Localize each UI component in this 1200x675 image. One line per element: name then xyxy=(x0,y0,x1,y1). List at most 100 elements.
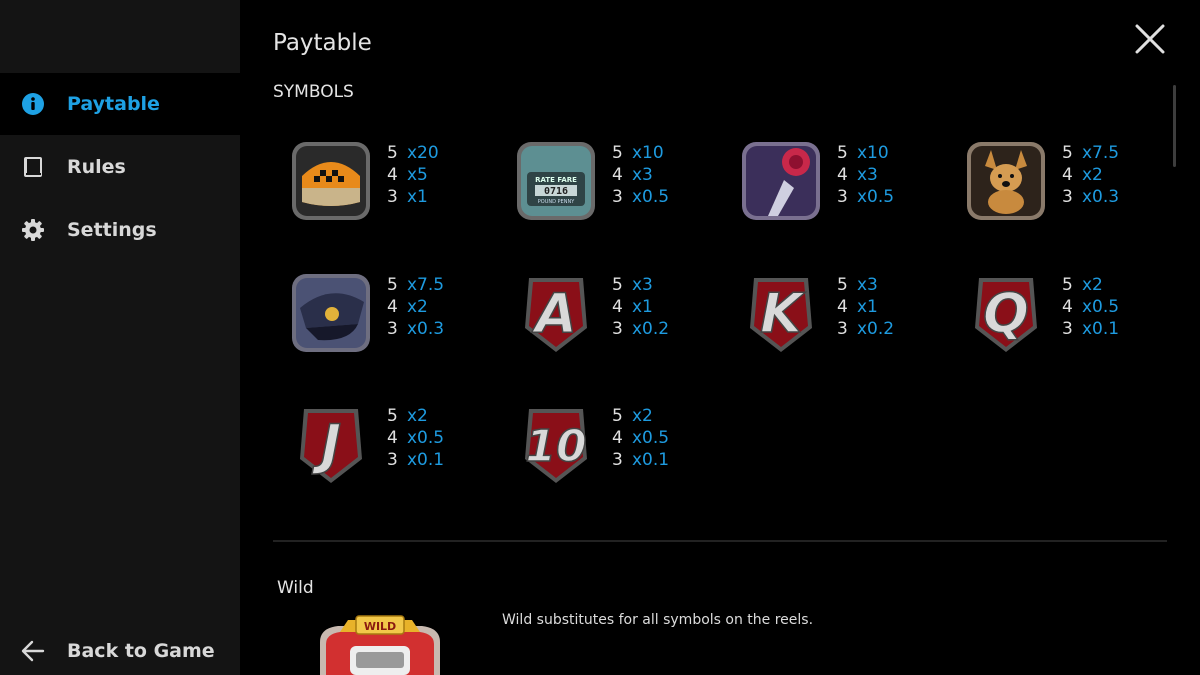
match-count: 3 xyxy=(387,450,398,470)
symbol-a: A 5 x3 4 x1 3 x0.2 xyxy=(513,268,713,368)
multiplier: x2 xyxy=(407,297,428,317)
multiplier: x10 xyxy=(857,143,889,163)
payout-list: 5 x7.5 4 x2 3 x0.3 xyxy=(1062,142,1119,208)
letter-text: K xyxy=(760,282,806,345)
match-count: 3 xyxy=(612,450,623,470)
payout-row: 3 x0.1 xyxy=(387,449,444,471)
match-count: 3 xyxy=(1062,319,1073,339)
payout-list: 5 x10 4 x3 3 x0.5 xyxy=(837,142,894,208)
page-title: Paytable xyxy=(273,30,372,56)
payout-row: 5 x7.5 xyxy=(1062,142,1119,164)
payout-row: 3 x1 xyxy=(387,186,439,208)
match-count: 4 xyxy=(387,165,398,185)
multiplier: x2 xyxy=(1082,165,1103,185)
scrollbar[interactable] xyxy=(1173,85,1176,167)
multiplier: x1 xyxy=(632,297,653,317)
multiplier: x3 xyxy=(857,165,878,185)
payout-row: 4 x1 xyxy=(837,296,894,318)
payout-row: 5 x2 xyxy=(612,405,669,427)
wild-description: Wild substitutes for all symbols on the … xyxy=(502,612,814,628)
match-count: 5 xyxy=(387,406,398,426)
section-title: SYMBOLS xyxy=(273,82,354,102)
payout-row: 4 x5 xyxy=(387,164,439,186)
meter-sub: POUND PENNY xyxy=(538,199,575,205)
payout-row: 4 x1 xyxy=(612,296,669,318)
back-to-game-button[interactable]: Back to Game xyxy=(0,620,240,675)
wild-symbol-icon: WILD xyxy=(320,615,440,675)
sidebar-item-label: Settings xyxy=(67,219,157,241)
multiplier: x0.5 xyxy=(632,187,670,207)
taxi-icon xyxy=(292,142,370,220)
match-count: 5 xyxy=(612,143,623,163)
symbol-10: 10 5 x2 4 x0.5 3 x0.1 xyxy=(513,399,713,499)
letter-a-icon: A xyxy=(525,278,587,352)
multiplier: x0.3 xyxy=(407,319,445,339)
payout-row: 4 x3 xyxy=(837,164,894,186)
multiplier: x0.2 xyxy=(857,319,895,339)
payout-list: 5 x2 4 x0.5 3 x0.1 xyxy=(387,405,444,471)
payout-row: 3 x0.5 xyxy=(612,186,669,208)
payout-list: 5 x10 4 x3 3 x0.5 xyxy=(612,142,669,208)
letter-k-icon: K xyxy=(750,278,812,352)
wild-title: Wild xyxy=(277,578,314,598)
symbol-taxi: 5 x20 4 x5 3 x1 xyxy=(288,136,488,236)
match-count: 5 xyxy=(837,143,848,163)
match-count: 5 xyxy=(1062,143,1073,163)
paytable-panel: Paytable SYMBOLS 5 x20 4 x5 3 x1 RATE FARE xyxy=(240,0,1200,675)
multiplier: x1 xyxy=(407,187,428,207)
match-count: 4 xyxy=(1062,297,1073,317)
book-icon xyxy=(21,155,45,179)
payout-row: 5 x7.5 xyxy=(387,274,444,296)
sidebar-item-paytable[interactable]: Paytable xyxy=(0,73,240,135)
payout-list: 5 x2 4 x0.5 3 x0.1 xyxy=(1062,274,1119,340)
payout-row: 4 x3 xyxy=(612,164,669,186)
arrow-left-icon xyxy=(21,639,45,663)
sidebar-item-settings[interactable]: Settings xyxy=(0,199,240,261)
multiplier: x20 xyxy=(407,143,439,163)
match-count: 3 xyxy=(837,319,848,339)
letter-text: A xyxy=(531,282,577,345)
letter-j-icon: J xyxy=(300,409,362,483)
multiplier: x0.1 xyxy=(632,450,670,470)
sidebar-item-label: Paytable xyxy=(67,93,160,115)
multiplier: x0.1 xyxy=(1082,319,1120,339)
multiplier: x0.2 xyxy=(632,319,670,339)
payout-list: 5 x7.5 4 x2 3 x0.3 xyxy=(387,274,444,340)
payout-row: 5 x20 xyxy=(387,142,439,164)
back-to-game-label: Back to Game xyxy=(67,640,215,662)
multiplier: x3 xyxy=(632,275,653,295)
multiplier: x5 xyxy=(407,165,428,185)
match-count: 4 xyxy=(612,165,623,185)
multiplier: x10 xyxy=(632,143,664,163)
number-10-icon: 10 xyxy=(525,409,587,483)
payout-row: 3 x0.2 xyxy=(612,318,669,340)
payout-row: 3 x0.1 xyxy=(612,449,669,471)
payout-row: 3 x0.2 xyxy=(837,318,894,340)
payout-row: 5 x3 xyxy=(837,274,894,296)
multiplier: x2 xyxy=(407,406,428,426)
payout-row: 4 x0.5 xyxy=(387,427,444,449)
symbol-cap: 5 x7.5 4 x2 3 x0.3 xyxy=(288,268,488,368)
sidebar-item-rules[interactable]: Rules xyxy=(0,136,240,198)
multiplier: x0.5 xyxy=(407,428,445,448)
payout-list: 5 x3 4 x1 3 x0.2 xyxy=(837,274,894,340)
payout-row: 5 x2 xyxy=(1062,274,1119,296)
match-count: 3 xyxy=(837,187,848,207)
close-button[interactable] xyxy=(1133,22,1167,56)
match-count: 4 xyxy=(612,428,623,448)
payout-list: 5 x2 4 x0.5 3 x0.1 xyxy=(612,405,669,471)
multiplier: x0.5 xyxy=(632,428,670,448)
payout-row: 5 x3 xyxy=(612,274,669,296)
symbol-dog: 5 x7.5 4 x2 3 x0.3 xyxy=(963,136,1163,236)
match-count: 4 xyxy=(837,297,848,317)
multiplier: x2 xyxy=(632,406,653,426)
match-count: 4 xyxy=(387,428,398,448)
match-count: 5 xyxy=(612,406,623,426)
multiplier: x3 xyxy=(857,275,878,295)
multiplier: x1 xyxy=(857,297,878,317)
match-count: 4 xyxy=(1062,165,1073,185)
gear-icon xyxy=(21,218,45,242)
symbol-q: Q 5 x2 4 x0.5 3 x0.1 xyxy=(963,268,1163,368)
match-count: 3 xyxy=(612,187,623,207)
dog-icon xyxy=(967,142,1045,220)
